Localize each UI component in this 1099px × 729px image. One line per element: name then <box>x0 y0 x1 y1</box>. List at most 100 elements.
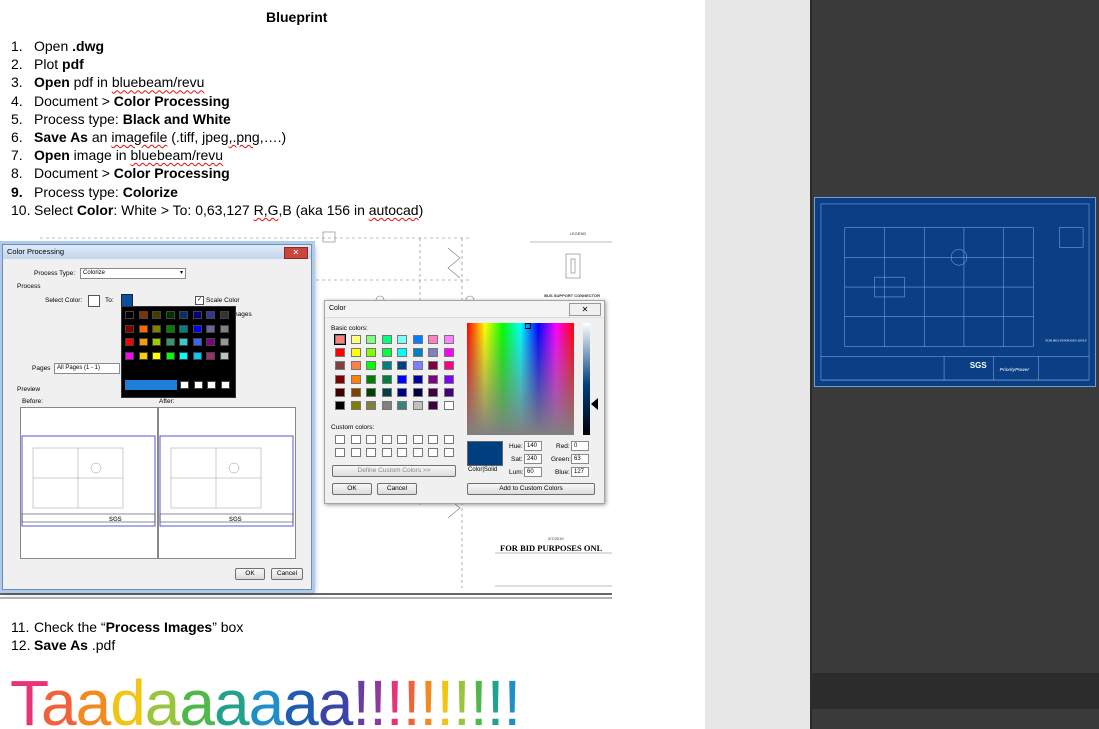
blueprint-thumbnail[interactable]: SGS PriorityPower FOR BID PURPOSES ONLY <box>814 197 1096 387</box>
basic-color-swatch[interactable] <box>397 335 407 344</box>
basic-color-swatch[interactable] <box>335 401 345 410</box>
basic-color-swatch[interactable] <box>381 401 392 410</box>
custom-color-swatch[interactable] <box>381 435 392 444</box>
green-input[interactable]: 63 <box>571 454 589 464</box>
select-color-swatch[interactable] <box>88 295 100 307</box>
custom-color-swatch[interactable] <box>397 448 407 457</box>
basic-color-swatch[interactable] <box>443 361 454 371</box>
palette-swatch[interactable] <box>206 338 215 346</box>
basic-color-swatch[interactable] <box>428 387 438 397</box>
basic-color-swatch[interactable] <box>397 374 407 384</box>
custom-color-button[interactable] <box>125 380 177 390</box>
basic-color-swatch[interactable] <box>381 387 392 397</box>
basic-color-swatch[interactable] <box>366 387 376 397</box>
palette-swatch[interactable] <box>219 351 229 360</box>
close-icon[interactable]: ✕ <box>284 247 308 259</box>
basic-color-swatch[interactable] <box>428 335 438 344</box>
custom-color-swatch[interactable] <box>443 435 454 444</box>
custom-color-swatch[interactable] <box>412 435 423 444</box>
basic-color-swatch[interactable] <box>381 374 392 384</box>
cancel-button[interactable]: Cancel <box>377 483 417 495</box>
custom-color-swatch[interactable] <box>397 435 407 444</box>
sat-input[interactable]: 240 <box>524 454 542 464</box>
basic-color-swatch[interactable] <box>366 361 376 371</box>
palette-swatch[interactable] <box>125 338 134 346</box>
basic-color-swatch[interactable] <box>412 335 423 344</box>
cancel-button[interactable]: Cancel <box>271 568 303 580</box>
ok-button[interactable]: OK <box>235 568 265 580</box>
basic-color-swatch[interactable] <box>412 374 423 384</box>
basic-color-swatch[interactable] <box>366 348 376 358</box>
palette-swatch[interactable] <box>180 381 189 389</box>
custom-color-swatch[interactable] <box>381 448 392 457</box>
palette-swatch[interactable] <box>193 381 203 389</box>
custom-color-swatch[interactable] <box>412 448 423 457</box>
luminance-slider[interactable] <box>583 323 590 435</box>
basic-color-swatch[interactable] <box>334 334 346 345</box>
palette-swatch[interactable] <box>192 351 202 360</box>
palette-swatch[interactable] <box>219 324 229 333</box>
basic-color-swatch[interactable] <box>412 387 423 397</box>
basic-color-swatch[interactable] <box>443 401 454 410</box>
custom-color-swatch[interactable] <box>350 435 361 444</box>
custom-color-swatch[interactable] <box>428 435 438 444</box>
basic-color-swatch[interactable] <box>366 374 376 384</box>
palette-swatch[interactable] <box>165 324 175 333</box>
basic-color-swatch[interactable] <box>350 374 361 384</box>
palette-swatch[interactable] <box>165 338 175 346</box>
palette-swatch[interactable] <box>192 338 202 346</box>
blue-input[interactable]: 127 <box>571 467 589 477</box>
palette-swatch[interactable] <box>192 311 202 319</box>
basic-color-swatch[interactable] <box>335 387 345 397</box>
palette-swatch[interactable] <box>138 351 148 360</box>
basic-color-swatch[interactable] <box>428 348 438 358</box>
palette-swatch[interactable] <box>138 338 148 346</box>
basic-color-swatch[interactable] <box>381 361 392 371</box>
custom-color-swatch[interactable] <box>428 448 438 457</box>
basic-color-swatch[interactable] <box>335 348 345 358</box>
palette-swatch[interactable] <box>125 311 134 319</box>
pages-select[interactable]: All Pages (1 - 1) <box>54 363 120 374</box>
basic-color-swatch[interactable] <box>397 348 407 358</box>
palette-swatch[interactable] <box>152 324 161 333</box>
custom-color-swatch[interactable] <box>335 448 345 457</box>
palette-swatch[interactable] <box>152 311 161 319</box>
basic-color-swatch[interactable] <box>350 401 361 410</box>
basic-color-swatch[interactable] <box>350 387 361 397</box>
basic-color-swatch[interactable] <box>335 361 345 371</box>
palette-swatch[interactable] <box>152 351 161 360</box>
close-icon[interactable]: ✕ <box>569 303 601 316</box>
basic-color-swatch[interactable] <box>412 401 423 410</box>
basic-color-swatch[interactable] <box>335 374 345 384</box>
palette-swatch[interactable] <box>206 311 215 319</box>
palette-swatch[interactable] <box>125 351 134 360</box>
palette-swatch[interactable] <box>206 351 215 360</box>
custom-color-swatch[interactable] <box>350 448 361 457</box>
basic-color-swatch[interactable] <box>412 348 423 358</box>
basic-color-swatch[interactable] <box>381 348 392 358</box>
palette-swatch[interactable] <box>219 311 229 319</box>
define-custom-colors-button[interactable]: Define Custom Colors >> <box>332 465 456 477</box>
lum-input[interactable]: 60 <box>524 467 542 477</box>
process-type-select[interactable]: Colorize ▾ <box>80 268 186 279</box>
basic-color-swatch[interactable] <box>428 401 438 410</box>
palette-swatch[interactable] <box>165 311 175 319</box>
palette-swatch[interactable] <box>179 311 188 319</box>
basic-color-swatch[interactable] <box>397 387 407 397</box>
palette-swatch[interactable] <box>219 338 229 346</box>
palette-swatch[interactable] <box>179 338 188 346</box>
palette-swatch[interactable] <box>207 381 216 389</box>
palette-swatch[interactable] <box>165 351 175 360</box>
basic-color-swatch[interactable] <box>397 361 407 371</box>
red-input[interactable]: 0 <box>571 441 589 451</box>
color-spectrum[interactable] <box>467 323 574 435</box>
palette-swatch[interactable] <box>179 324 188 333</box>
basic-color-swatch[interactable] <box>350 335 361 344</box>
basic-color-swatch[interactable] <box>366 335 376 344</box>
basic-color-swatch[interactable] <box>428 361 438 371</box>
basic-color-swatch[interactable] <box>443 387 454 397</box>
custom-color-swatch[interactable] <box>335 435 345 444</box>
basic-color-swatch[interactable] <box>350 348 361 358</box>
slider-arrow-icon[interactable] <box>591 398 598 410</box>
basic-color-swatch[interactable] <box>428 374 438 384</box>
